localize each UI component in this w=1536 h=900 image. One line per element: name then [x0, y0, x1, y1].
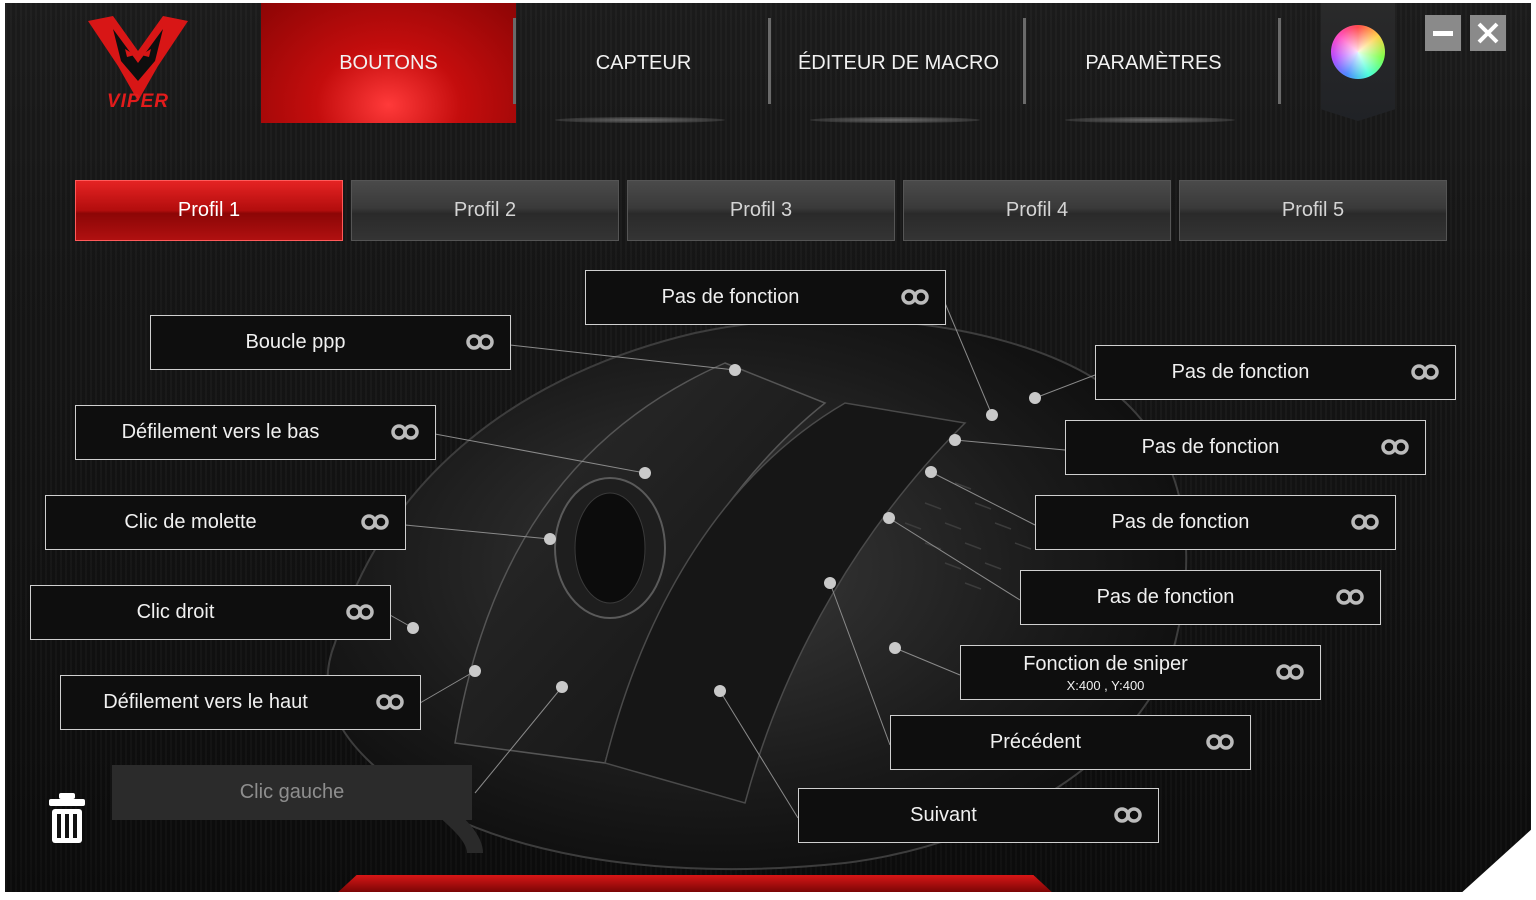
- trash-icon[interactable]: [47, 791, 87, 845]
- button-side-3[interactable]: Pas de fonction: [1035, 495, 1396, 550]
- button-side-4-label: Pas de fonction: [1096, 586, 1235, 608]
- button-side-4[interactable]: Pas de fonction: [1020, 570, 1381, 625]
- button-dpi-loop[interactable]: Boucle ppp: [150, 315, 511, 370]
- link-icon[interactable]: [359, 513, 391, 531]
- link-icon[interactable]: [1334, 588, 1366, 606]
- minimize-button[interactable]: [1425, 15, 1461, 51]
- profile-2-tab[interactable]: Profil 2: [351, 180, 619, 241]
- tab-capteur[interactable]: CAPTEUR: [516, 3, 771, 123]
- button-top-label: Pas de fonction: [661, 286, 800, 308]
- tab-glow: [1065, 117, 1235, 123]
- tab-glow: [555, 117, 725, 123]
- button-side-2-label: Pas de fonction: [1141, 436, 1280, 458]
- link-icon[interactable]: [374, 693, 406, 711]
- profile-1-tab[interactable]: Profil 1: [75, 180, 343, 241]
- link-icon[interactable]: [1409, 363, 1441, 381]
- button-wheel-click-label: Clic de molette: [124, 511, 257, 533]
- minimize-icon: [1433, 31, 1453, 36]
- link-icon[interactable]: [1274, 663, 1306, 681]
- profile-4-tab[interactable]: Profil 4: [903, 180, 1171, 241]
- sniper-values: X:400 , Y:400: [1066, 677, 1145, 693]
- button-scroll-down-label: Défilement vers le bas: [121, 421, 320, 443]
- button-back[interactable]: Précédent: [890, 715, 1251, 770]
- link-icon[interactable]: [464, 333, 496, 351]
- profile-5-tab[interactable]: Profil 5: [1179, 180, 1447, 241]
- button-side-1-label: Pas de fonction: [1171, 361, 1310, 383]
- link-icon[interactable]: [899, 288, 931, 306]
- button-sniper[interactable]: Fonction de sniper X:400 , Y:400: [960, 645, 1321, 700]
- tab-separator: [1278, 18, 1281, 104]
- button-sniper-label: Fonction de sniper X:400 , Y:400: [961, 646, 1250, 699]
- button-right-click[interactable]: Clic droit: [30, 585, 391, 640]
- button-wheel-click[interactable]: Clic de molette: [45, 495, 406, 550]
- logo-text: VIPER: [106, 91, 170, 112]
- profile-3-tab[interactable]: Profil 3: [627, 180, 895, 241]
- button-side-2[interactable]: Pas de fonction: [1065, 420, 1426, 475]
- link-icon[interactable]: [1112, 806, 1144, 824]
- button-left-click[interactable]: Clic gauche: [112, 765, 472, 820]
- link-icon[interactable]: [389, 423, 421, 441]
- link-icon[interactable]: [1204, 733, 1236, 751]
- tab-boutons[interactable]: BOUTONS: [261, 3, 516, 123]
- tab-editeur-macro[interactable]: ÉDITEUR DE MACRO: [771, 3, 1026, 123]
- button-back-label: Précédent: [989, 731, 1082, 753]
- button-forward-label: Suivant: [910, 804, 977, 826]
- close-icon: [1477, 22, 1499, 44]
- button-top[interactable]: Pas de fonction: [585, 270, 946, 325]
- button-scroll-up[interactable]: Défilement vers le haut: [60, 675, 421, 730]
- button-forward[interactable]: Suivant: [798, 788, 1159, 843]
- link-icon[interactable]: [1379, 438, 1411, 456]
- close-button[interactable]: [1470, 15, 1506, 51]
- button-side-3-label: Pas de fonction: [1111, 511, 1250, 533]
- button-right-click-label: Clic droit: [136, 601, 215, 623]
- color-wheel-icon[interactable]: [1331, 25, 1385, 79]
- button-dpi-loop-label: Boucle ppp: [245, 331, 346, 353]
- tab-parametres[interactable]: PARAMÈTRES: [1026, 3, 1281, 123]
- button-side-1[interactable]: Pas de fonction: [1095, 345, 1456, 400]
- link-icon[interactable]: [1349, 513, 1381, 531]
- app-window: VIPER BOUTONS CAPTEUR ÉDITEUR DE MACRO P…: [5, 3, 1531, 892]
- link-icon[interactable]: [344, 603, 376, 621]
- button-scroll-up-label: Défilement vers le haut: [103, 691, 308, 713]
- bottom-accent-bar: [335, 875, 1055, 892]
- button-scroll-down[interactable]: Défilement vers le bas: [75, 405, 436, 460]
- sniper-title: Fonction de sniper: [1023, 652, 1188, 675]
- tab-glow: [810, 117, 980, 123]
